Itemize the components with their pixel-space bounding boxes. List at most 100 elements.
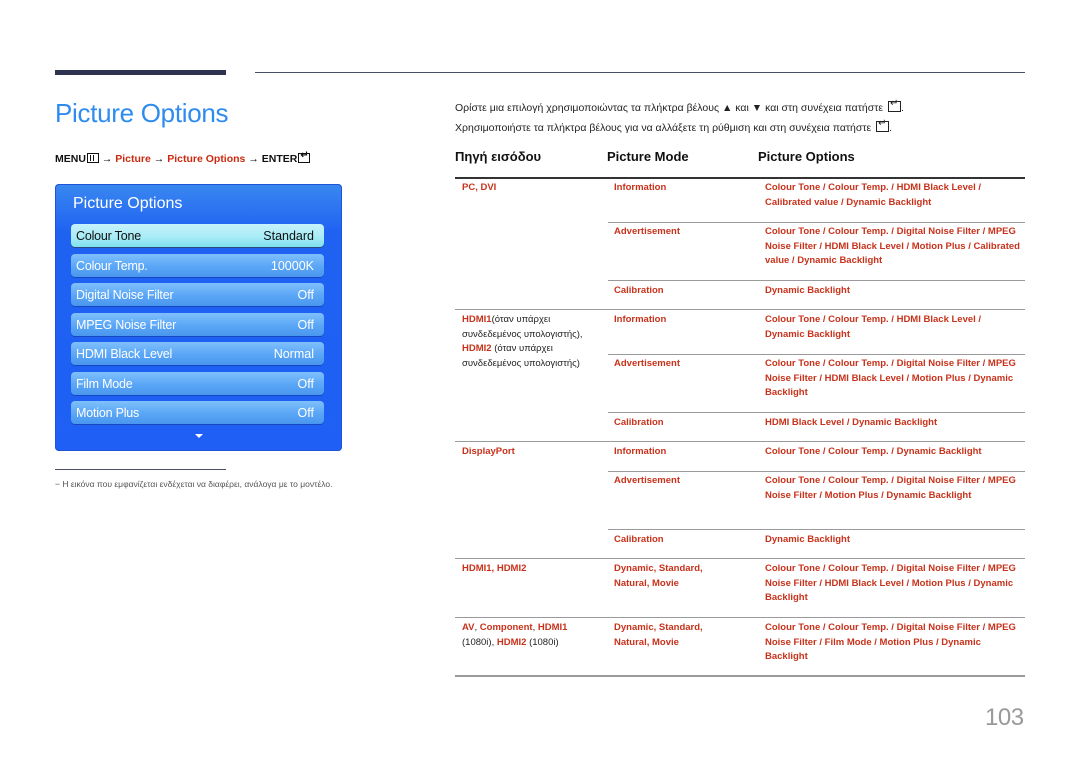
osd-item-label: HDMI Black Level: [76, 346, 173, 361]
table-header-picture-options: Picture Options: [758, 149, 855, 164]
enter-icon: [887, 98, 901, 112]
table-cell-options: Colour Tone / Colour Temp. / Digital Noi…: [765, 226, 1020, 266]
footnote-divider: [55, 469, 226, 470]
table-cell-source: HDMI1, HDMI2: [462, 563, 527, 574]
table-row-divider: [608, 529, 1025, 530]
osd-item-value: Off: [297, 376, 314, 391]
breadcrumb: MENU → Picture → Picture Options → ENTER: [55, 150, 311, 165]
source-hdmi1: HDMI1: [537, 622, 568, 633]
enter-icon: [876, 118, 890, 132]
breadcrumb-arrow: →: [153, 153, 165, 165]
osd-item-colour-tone[interactable]: Colour Tone Standard: [71, 224, 324, 247]
intro-period: .: [900, 102, 904, 114]
table-cell-mode: Information: [614, 446, 667, 457]
osd-title: Picture Options: [73, 195, 183, 212]
breadcrumb-picture: Picture: [115, 153, 151, 165]
up-arrow-icon: ▲: [721, 102, 733, 114]
table-row-divider: [608, 471, 1025, 472]
osd-item-label: Colour Temp.: [76, 258, 148, 273]
breadcrumb-picture-options: Picture Options: [167, 153, 246, 165]
footnote: − Η εικόνα που εμφανίζεται ενδέχεται να …: [55, 479, 333, 489]
source-hdmi2: HDMI2: [496, 636, 527, 648]
table-cell-mode: Calibration: [614, 285, 664, 296]
intro-line-2: Χρησιμοποιήστε τα πλήκτρα βέλους για να …: [455, 118, 893, 134]
table-cell-mode: Advertisement: [614, 475, 680, 486]
table-cell-mode: Advertisement: [614, 226, 680, 237]
chevron-down-icon[interactable]: [195, 434, 203, 438]
osd-item-label: Motion Plus: [76, 405, 140, 420]
table-group-divider: [455, 558, 1025, 559]
table-cell-source: PC, DVI: [462, 182, 497, 193]
table-cell-options: HDMI Black Level / Dynamic Backlight: [765, 417, 938, 428]
table-cell-mode: Dynamic, Standard, Natural, Movie: [614, 563, 703, 589]
intro-text: και στη συνέχεια πατήστε: [765, 102, 884, 114]
osd-item-digital-noise-filter[interactable]: Digital Noise Filter Off: [71, 283, 324, 306]
breadcrumb-arrow: →: [248, 153, 259, 165]
osd-item-value: 10000K: [270, 258, 314, 273]
table-row-divider: [608, 412, 1025, 413]
breadcrumb-arrow: →: [101, 153, 113, 165]
source-av: AV: [462, 622, 475, 633]
table-cell-options: Colour Tone / Colour Temp. / HDMI Black …: [765, 182, 982, 208]
table-group-divider: [455, 617, 1025, 618]
table-cell-mode: Dynamic, Standard, Natural, Movie: [614, 622, 703, 648]
source-hdmi2: HDMI2: [462, 343, 492, 354]
table-cell-options: Colour Tone / Colour Temp. / Digital Noi…: [765, 475, 1016, 501]
breadcrumb-menu: MENU: [55, 153, 86, 165]
table-cell-source: DisplayPort: [462, 446, 515, 457]
source-component: Component: [479, 622, 533, 633]
table-cell-options: Colour Tone / Colour Temp. / Digital Noi…: [765, 358, 1016, 398]
table-cell-options: Dynamic Backlight: [765, 285, 850, 296]
table-cell-options: Colour Tone / Colour Temp. / HDMI Black …: [765, 314, 982, 340]
osd-item-label: Film Mode: [76, 376, 133, 391]
intro-text: και: [735, 102, 749, 114]
table-cell-mode: Advertisement: [614, 358, 680, 369]
table-header-picture-mode: Picture Mode: [607, 149, 689, 164]
table-cell-options: Colour Tone / Colour Temp. / Digital Noi…: [765, 622, 1016, 662]
breadcrumb-enter: ENTER: [261, 153, 298, 165]
table-cell-source: HDMI1(όταν υπάρχει συνδεδεμένος υπολογισ…: [462, 313, 602, 371]
source-resolution: (1080i),: [462, 636, 495, 648]
table-cell-options: Colour Tone / Colour Temp. / Dynamic Bac…: [765, 446, 982, 457]
table-row-divider: [608, 222, 1025, 223]
table-row-divider: [608, 354, 1025, 355]
header-rule-thin: [255, 72, 1025, 73]
osd-picture-options-panel: Picture Options Colour Tone Standard Col…: [55, 184, 342, 451]
table-header-source: Πηγή εισόδου: [455, 149, 542, 164]
osd-item-value: Off: [297, 405, 314, 420]
menu-icon: [86, 153, 99, 163]
osd-item-label: Digital Noise Filter: [76, 287, 174, 302]
source-resolution: (1080i): [529, 636, 559, 648]
header-rule-thick: [55, 70, 226, 75]
osd-item-label: MPEG Noise Filter: [76, 317, 177, 332]
osd-item-motion-plus[interactable]: Motion Plus Off: [71, 401, 324, 424]
intro-text: Χρησιμοποιήστε τα πλήκτρα βέλους για να …: [455, 122, 872, 134]
table-cell-mode: Information: [614, 182, 667, 193]
page-title: Picture Options: [55, 98, 229, 128]
table-cell-mode: Calibration: [614, 417, 664, 428]
page-number: 103: [985, 704, 1024, 731]
table-group-divider: [455, 441, 1025, 442]
osd-item-value: Normal: [273, 346, 314, 361]
table-cell-mode: Calibration: [614, 534, 664, 545]
table-end-divider: [455, 675, 1025, 677]
intro-line-1: Ορίστε μια επιλογή χρησιμοποιώντας τα πλ…: [455, 98, 904, 114]
table-cell-mode: Information: [614, 314, 667, 325]
down-arrow-icon: ▼: [751, 102, 763, 114]
enter-icon: [298, 150, 311, 163]
osd-item-value: Standard: [263, 228, 314, 243]
table-group-divider: [455, 309, 1025, 310]
osd-item-film-mode[interactable]: Film Mode Off: [71, 372, 324, 395]
osd-item-colour-temp[interactable]: Colour Temp. 10000K: [71, 254, 324, 277]
osd-item-label: Colour Tone: [76, 228, 141, 243]
source-hdmi1: HDMI1: [462, 314, 492, 325]
table-header-divider: [455, 177, 1025, 179]
osd-item-value: Off: [297, 317, 314, 332]
intro-period: .: [889, 122, 893, 134]
osd-item-hdmi-black-level[interactable]: HDMI Black Level Normal: [71, 342, 324, 365]
osd-item-mpeg-noise-filter[interactable]: MPEG Noise Filter Off: [71, 313, 324, 336]
table-cell-options: Dynamic Backlight: [765, 534, 850, 545]
osd-item-value: Off: [297, 287, 314, 302]
table-cell-options: Colour Tone / Colour Temp. / Digital Noi…: [765, 563, 1016, 603]
intro-text: Ορίστε μια επιλογή χρησιμοποιώντας τα πλ…: [455, 102, 720, 114]
